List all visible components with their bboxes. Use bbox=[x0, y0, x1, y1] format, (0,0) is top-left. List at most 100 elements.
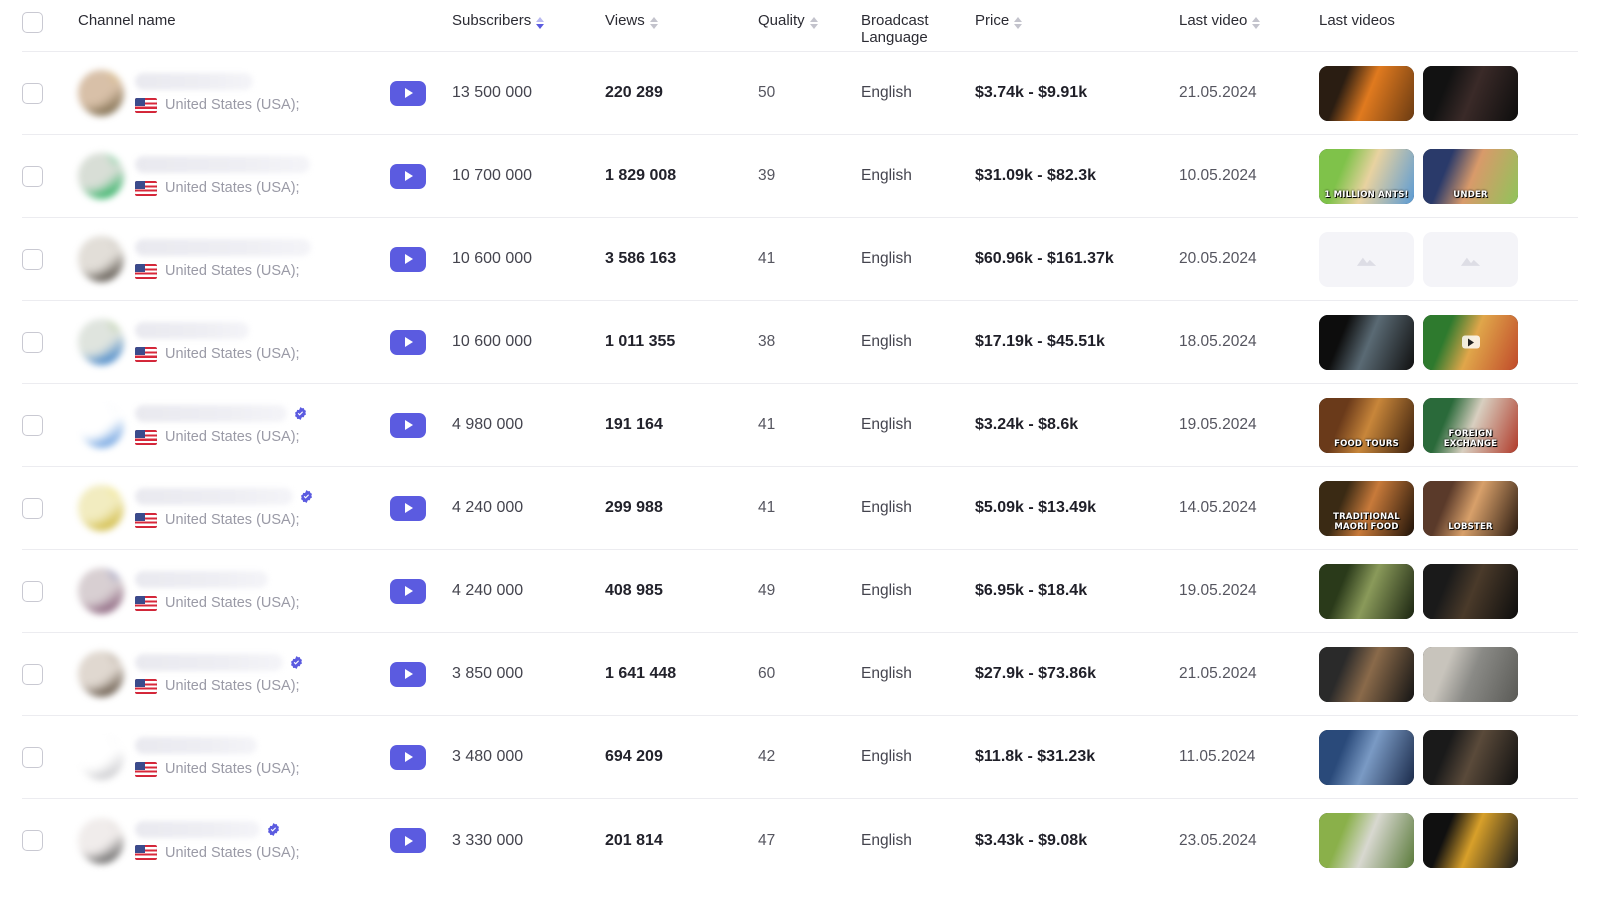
platform-cell[interactable] bbox=[390, 330, 452, 355]
video-thumbnail[interactable] bbox=[1423, 315, 1518, 370]
sort-arrows-icon[interactable] bbox=[1252, 17, 1260, 29]
video-thumbnail[interactable] bbox=[1319, 647, 1414, 702]
select-all-cell[interactable] bbox=[22, 10, 78, 33]
table-row[interactable]: United States (USA); 10 700 000 1 829 00… bbox=[22, 135, 1578, 218]
youtube-play-icon[interactable] bbox=[390, 247, 426, 272]
channel-cell[interactable]: United States (USA); bbox=[78, 236, 390, 282]
row-checkbox[interactable] bbox=[22, 166, 43, 187]
video-thumbnail[interactable] bbox=[1423, 564, 1518, 619]
platform-cell[interactable] bbox=[390, 579, 452, 604]
sort-arrows-icon[interactable] bbox=[650, 17, 658, 29]
column-header-price[interactable]: Price bbox=[975, 10, 1179, 30]
video-thumbnail[interactable] bbox=[1423, 730, 1518, 785]
video-thumbnail-placeholder[interactable] bbox=[1423, 232, 1518, 287]
channel-cell[interactable]: United States (USA); bbox=[78, 651, 390, 697]
row-select-cell[interactable] bbox=[22, 166, 78, 187]
bookmark-cell[interactable] bbox=[1549, 580, 1600, 603]
video-thumbnail[interactable] bbox=[1319, 66, 1414, 121]
bookmark-cell[interactable] bbox=[1549, 165, 1600, 188]
table-row[interactable]: United States (USA); 10 600 000 3 586 16… bbox=[22, 218, 1578, 301]
video-thumbnail[interactable] bbox=[1319, 315, 1414, 370]
column-header-quality[interactable]: Quality bbox=[758, 10, 861, 30]
bookmark-cell[interactable] bbox=[1549, 746, 1600, 769]
platform-cell[interactable] bbox=[390, 828, 452, 853]
table-row[interactable]: United States (USA); 4 980 000 191 164 4… bbox=[22, 384, 1578, 467]
channel-cell[interactable]: United States (USA); bbox=[78, 568, 390, 614]
platform-cell[interactable] bbox=[390, 413, 452, 438]
channel-cell[interactable]: United States (USA); bbox=[78, 70, 390, 116]
video-thumbnail[interactable] bbox=[1423, 647, 1518, 702]
channel-cell[interactable]: United States (USA); bbox=[78, 734, 390, 780]
row-select-cell[interactable] bbox=[22, 747, 78, 768]
channel-cell[interactable]: United States (USA); bbox=[78, 485, 390, 531]
table-row[interactable]: United States (USA); 4 240 000 408 985 4… bbox=[22, 550, 1578, 633]
row-checkbox[interactable] bbox=[22, 332, 43, 353]
bookmark-cell[interactable] bbox=[1549, 248, 1600, 271]
platform-cell[interactable] bbox=[390, 164, 452, 189]
sort-arrows-icon[interactable] bbox=[810, 17, 818, 29]
column-header-subscribers[interactable]: Subscribers bbox=[452, 10, 605, 30]
channel-cell[interactable]: United States (USA); bbox=[78, 319, 390, 365]
row-checkbox[interactable] bbox=[22, 664, 43, 685]
channel-cell[interactable]: United States (USA); bbox=[78, 402, 390, 448]
bookmark-cell[interactable] bbox=[1549, 829, 1600, 852]
platform-cell[interactable] bbox=[390, 745, 452, 770]
youtube-play-icon[interactable] bbox=[390, 828, 426, 853]
video-thumbnail[interactable] bbox=[1319, 564, 1414, 619]
platform-cell[interactable] bbox=[390, 496, 452, 521]
youtube-play-icon[interactable] bbox=[390, 164, 426, 189]
table-row[interactable]: United States (USA); 4 240 000 299 988 4… bbox=[22, 467, 1578, 550]
channel-cell[interactable]: United States (USA); bbox=[78, 818, 390, 864]
column-header-views[interactable]: Views bbox=[605, 10, 758, 30]
row-select-cell[interactable] bbox=[22, 498, 78, 519]
youtube-play-icon[interactable] bbox=[390, 81, 426, 106]
youtube-play-icon[interactable] bbox=[390, 662, 426, 687]
bookmark-cell[interactable] bbox=[1549, 663, 1600, 686]
column-header-channel-name[interactable]: Channel name bbox=[78, 10, 390, 30]
sort-arrows-icon[interactable] bbox=[1014, 17, 1022, 29]
row-select-cell[interactable] bbox=[22, 332, 78, 353]
platform-cell[interactable] bbox=[390, 247, 452, 272]
video-thumbnail[interactable]: LOBSTER bbox=[1423, 481, 1518, 536]
table-row[interactable]: United States (USA); 13 500 000 220 289 … bbox=[22, 52, 1578, 135]
video-thumbnail[interactable] bbox=[1423, 813, 1518, 868]
table-row[interactable]: United States (USA); 3 330 000 201 814 4… bbox=[22, 799, 1578, 882]
platform-cell[interactable] bbox=[390, 81, 452, 106]
row-checkbox[interactable] bbox=[22, 747, 43, 768]
youtube-play-icon[interactable] bbox=[390, 330, 426, 355]
bookmark-cell[interactable] bbox=[1549, 331, 1600, 354]
row-select-cell[interactable] bbox=[22, 581, 78, 602]
column-header-last-video[interactable]: Last video bbox=[1179, 10, 1319, 30]
select-all-checkbox[interactable] bbox=[22, 12, 43, 33]
channel-cell[interactable]: United States (USA); bbox=[78, 153, 390, 199]
youtube-play-icon[interactable] bbox=[390, 413, 426, 438]
table-row[interactable]: United States (USA); 10 600 000 1 011 35… bbox=[22, 301, 1578, 384]
row-checkbox[interactable] bbox=[22, 83, 43, 104]
video-thumbnail[interactable] bbox=[1319, 813, 1414, 868]
bookmark-cell[interactable] bbox=[1549, 497, 1600, 520]
row-select-cell[interactable] bbox=[22, 830, 78, 851]
video-thumbnail-placeholder[interactable] bbox=[1319, 232, 1414, 287]
row-checkbox[interactable] bbox=[22, 830, 43, 851]
table-row[interactable]: United States (USA); 3 850 000 1 641 448… bbox=[22, 633, 1578, 716]
row-checkbox[interactable] bbox=[22, 581, 43, 602]
youtube-play-icon[interactable] bbox=[390, 745, 426, 770]
row-checkbox[interactable] bbox=[22, 249, 43, 270]
sort-arrows-icon[interactable] bbox=[536, 17, 544, 29]
youtube-play-icon[interactable] bbox=[390, 496, 426, 521]
table-row[interactable]: United States (USA); 3 480 000 694 209 4… bbox=[22, 716, 1578, 799]
bookmark-cell[interactable] bbox=[1549, 82, 1600, 105]
video-thumbnail[interactable]: UNDER bbox=[1423, 149, 1518, 204]
youtube-play-icon[interactable] bbox=[390, 579, 426, 604]
row-checkbox[interactable] bbox=[22, 498, 43, 519]
row-select-cell[interactable] bbox=[22, 249, 78, 270]
video-thumbnail[interactable] bbox=[1319, 730, 1414, 785]
video-thumbnail[interactable]: FOOD TOURS bbox=[1319, 398, 1414, 453]
video-thumbnail[interactable]: FOREIGN EXCHANGE bbox=[1423, 398, 1518, 453]
row-checkbox[interactable] bbox=[22, 415, 43, 436]
platform-cell[interactable] bbox=[390, 662, 452, 687]
row-select-cell[interactable] bbox=[22, 664, 78, 685]
video-thumbnail[interactable]: 1 MILLION ANTS! bbox=[1319, 149, 1414, 204]
row-select-cell[interactable] bbox=[22, 83, 78, 104]
row-select-cell[interactable] bbox=[22, 415, 78, 436]
